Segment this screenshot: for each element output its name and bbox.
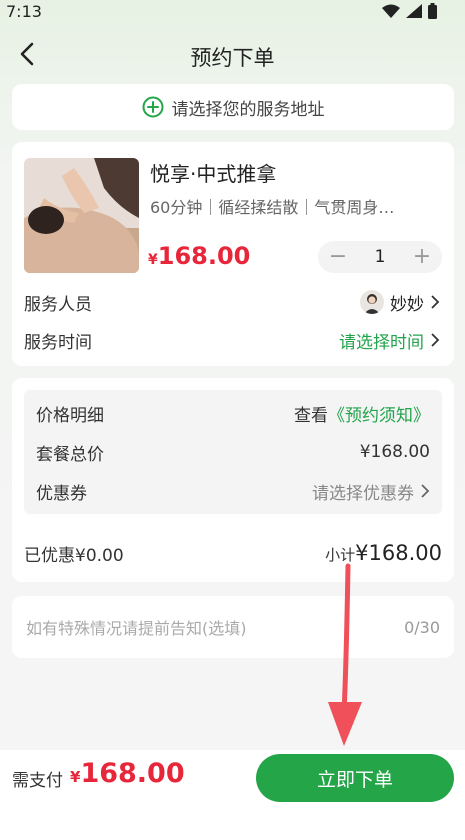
- decrease-button[interactable]: −: [328, 246, 348, 268]
- battery-icon: [428, 3, 437, 19]
- service-time-row[interactable]: 服务时间 请选择时间: [24, 326, 440, 354]
- price-detail-title: 价格明细: [36, 405, 104, 426]
- wifi-icon: [382, 4, 400, 18]
- quantity-value: 1: [374, 247, 386, 267]
- pay-amount: 168.00: [80, 758, 185, 789]
- signal-icon: [406, 4, 422, 18]
- service-time-value: 请选择时间: [339, 332, 424, 353]
- annotation-arrow: [328, 563, 362, 746]
- package-total-value: ¥168.00: [359, 442, 430, 462]
- page-title: 预约下单: [190, 46, 275, 70]
- staff-label: 服务人员: [24, 294, 92, 315]
- view-prefix: 查看: [294, 405, 328, 426]
- status-bar: 7:13: [0, 0, 465, 24]
- quantity-stepper: − 1 +: [318, 241, 442, 273]
- price-currency: ¥: [148, 252, 158, 268]
- add-circle-icon: [142, 96, 163, 118]
- pay-label: 需支付: [12, 771, 63, 791]
- remark-field[interactable]: 如有特殊情况请提前告知(选填) 0/30: [12, 596, 454, 658]
- place-order-button[interactable]: 立即下单: [256, 754, 454, 802]
- chevron-right-icon: [431, 295, 440, 309]
- address-placeholder: 请选择您的服务地址: [171, 99, 325, 120]
- status-icons: [382, 3, 437, 19]
- product-tags: 60分钟｜循经揉结散｜气贯周身…: [150, 198, 395, 217]
- remark-placeholder: 如有特殊情况请提前告知(选填): [26, 619, 247, 638]
- staff-name: 妙妙: [390, 294, 424, 315]
- price-summary: 已优惠¥0.00 小计¥168.00: [24, 538, 442, 568]
- package-total-row: 套餐总价 ¥168.00: [36, 437, 430, 467]
- package-total-label: 套餐总价: [36, 444, 104, 465]
- address-selector[interactable]: 请选择您的服务地址: [12, 84, 454, 130]
- booking-notice-text: 《预约须知》: [328, 405, 430, 426]
- pay-currency: ¥: [70, 768, 81, 786]
- coupon-value: 请选择优惠券: [312, 483, 414, 504]
- price-detail-box: 价格明细 查看《预约须知》 套餐总价 ¥168.00 优惠券 请选择优惠券: [24, 390, 442, 514]
- increase-button[interactable]: +: [412, 246, 432, 268]
- price-card: 价格明细 查看《预约须知》 套餐总价 ¥168.00 优惠券 请选择优惠券 已优…: [12, 378, 454, 582]
- chevron-right-icon: [421, 484, 430, 498]
- price-detail-header: 价格明细 查看《预约须知》: [36, 398, 430, 428]
- staff-row[interactable]: 服务人员 妙妙: [24, 288, 440, 316]
- coupon-label: 优惠券: [36, 483, 87, 504]
- discount-amount: 已优惠¥0.00: [24, 545, 124, 566]
- product-card: 悦享·中式推拿 60分钟｜循经揉结散｜气贯周身… ¥168.00 − 1 + 服…: [12, 142, 454, 366]
- service-time-label: 服务时间: [24, 332, 92, 353]
- pay-total: ¥168.00: [70, 758, 185, 789]
- staff-avatar: [360, 290, 384, 314]
- chevron-right-icon: [431, 333, 440, 347]
- product-image: [24, 158, 139, 273]
- product-price: ¥168.00: [148, 242, 250, 270]
- booking-notice-link[interactable]: 查看《预约须知》: [294, 401, 430, 426]
- bottom-bar: 需支付 ¥168.00 立即下单: [0, 750, 465, 840]
- nav-bar: 预约下单: [0, 30, 465, 78]
- product-name: 悦享·中式推拿: [150, 162, 277, 186]
- price-amount: 168.00: [157, 242, 251, 270]
- coupon-row[interactable]: 优惠券 请选择优惠券: [36, 476, 430, 506]
- status-time: 7:13: [6, 2, 42, 21]
- remark-char-count: 0/30: [404, 617, 440, 637]
